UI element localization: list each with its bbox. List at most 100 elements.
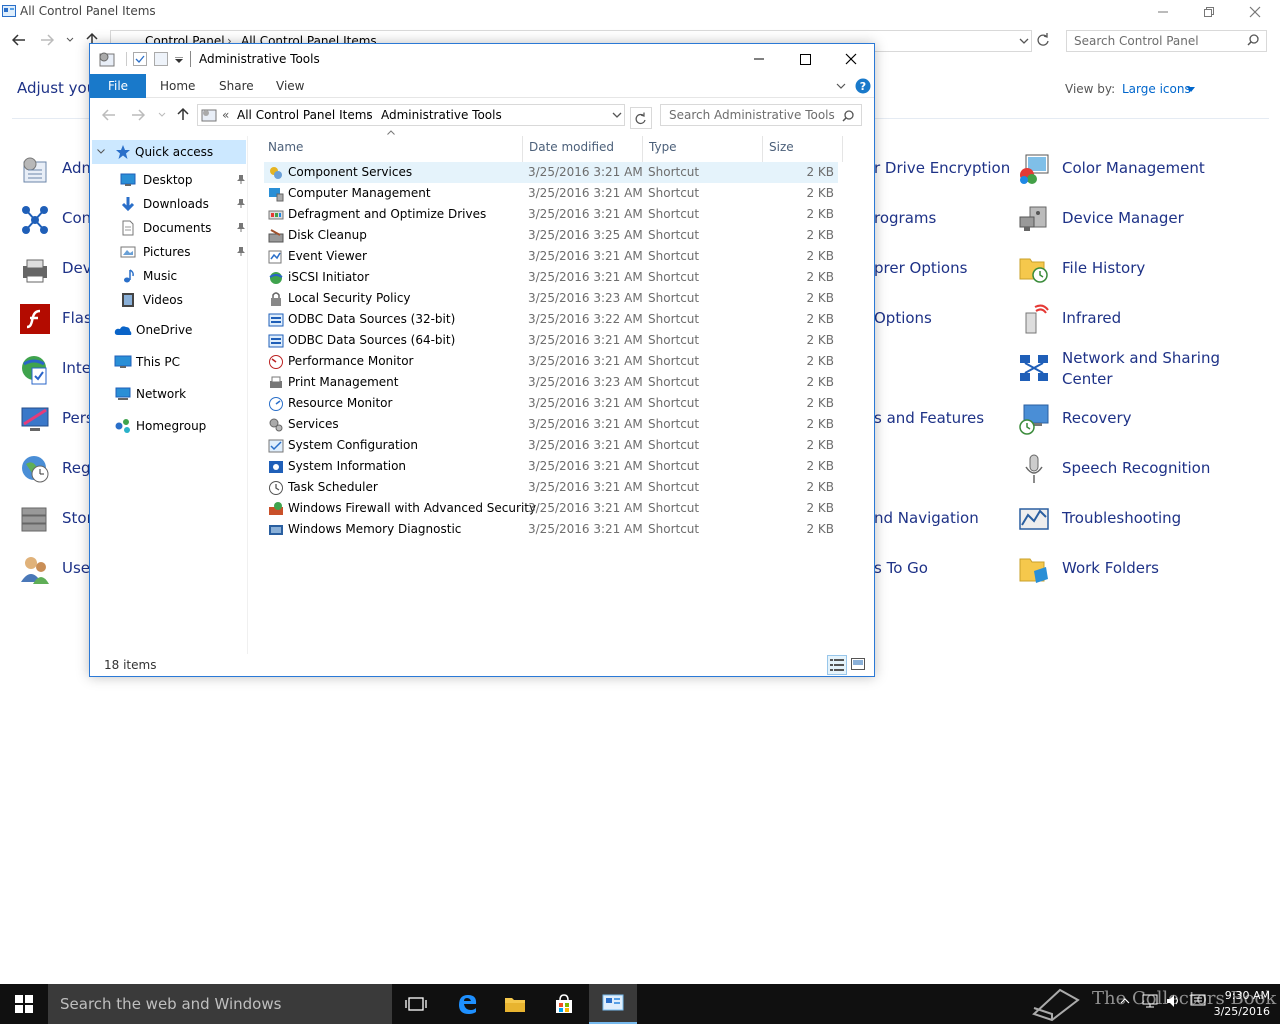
cp-item-troubleshooting[interactable]: Troubleshooting [1062, 508, 1181, 529]
store-button[interactable] [540, 984, 588, 1024]
tab-share[interactable]: Share [219, 79, 254, 93]
cp-item-file-history[interactable]: File History [1062, 258, 1145, 279]
recent-locations-chevron-icon[interactable] [66, 37, 74, 43]
cp-item-device-manager[interactable]: Device Manager [1062, 208, 1184, 229]
personalization-icon[interactable] [20, 404, 52, 436]
file-row[interactable]: iSCSI Initiator 3/25/2016 3:21 AM Shortcut… [264, 267, 838, 288]
close-button[interactable] [828, 44, 874, 74]
column-divider[interactable] [642, 136, 643, 162]
customize-qat-chevron-icon[interactable] [175, 57, 183, 63]
file-row[interactable]: System Information 3/25/2016 3:21 AM Short… [264, 456, 838, 477]
recovery-icon[interactable] [1018, 403, 1050, 435]
cp-item-user[interactable]: Use [62, 558, 90, 579]
breadcrumb-all-items[interactable]: All Control Panel Items [237, 108, 373, 122]
user-accounts-icon[interactable] [20, 554, 52, 586]
tab-home[interactable]: Home [160, 79, 195, 93]
recent-locations-chevron-icon[interactable] [158, 112, 166, 118]
file-row[interactable]: Services 3/25/2016 3:21 AM Shortcut 2 KB [264, 414, 838, 435]
taskbar-search-input[interactable]: Search the web and Windows [48, 984, 392, 1024]
color-management-icon[interactable] [1018, 153, 1050, 185]
back-arrow-icon[interactable] [102, 109, 116, 121]
tab-file[interactable]: File [90, 74, 146, 98]
cp-item-options[interactable]: Options [874, 308, 932, 329]
show-hidden-icons-chevron-icon[interactable] [1120, 998, 1130, 1004]
administrative-tools-icon[interactable] [20, 154, 52, 186]
cp-item-internet[interactable]: Inte [62, 358, 91, 379]
forward-arrow-icon[interactable] [131, 109, 145, 121]
cp-item-explorer-options[interactable]: prer Options [874, 258, 967, 279]
back-arrow-icon[interactable] [12, 34, 26, 46]
cp-item-work-folders[interactable]: Work Folders [1062, 558, 1159, 579]
up-arrow-icon[interactable] [177, 107, 189, 121]
file-row[interactable]: Defragment and Optimize Drives 3/25/2016 … [264, 204, 838, 225]
search-icon[interactable] [1247, 34, 1259, 46]
details-view-button[interactable] [827, 655, 847, 675]
devices-printers-icon[interactable] [20, 254, 52, 286]
device-manager-icon[interactable] [1018, 203, 1050, 235]
infrared-icon[interactable] [1018, 303, 1050, 335]
file-row[interactable]: Component Services 3/25/2016 3:21 AM Short… [264, 162, 838, 183]
close-button[interactable] [1232, 0, 1278, 24]
region-icon[interactable] [20, 454, 52, 486]
file-row[interactable]: Computer Management 3/25/2016 3:21 AM Shor… [264, 183, 838, 204]
column-divider[interactable] [522, 136, 523, 162]
pin-icon[interactable] [236, 246, 246, 256]
breadcrumb-overflow-icon[interactable]: « [222, 108, 229, 122]
file-history-icon[interactable] [1018, 253, 1050, 285]
title-bar[interactable]: Administrative Tools [90, 44, 874, 74]
pin-icon[interactable] [236, 198, 246, 208]
internet-options-icon[interactable] [20, 354, 52, 386]
pin-icon[interactable] [236, 174, 246, 184]
control-panel-search-input[interactable]: Search Control Panel [1066, 30, 1267, 52]
column-header-date-modified[interactable]: Date modified [529, 140, 614, 154]
refresh-icon[interactable] [1036, 32, 1050, 48]
file-row[interactable]: Windows Memory Diagnostic 3/25/2016 3:21 … [264, 519, 838, 540]
storage-spaces-icon[interactable] [20, 504, 52, 536]
tab-view[interactable]: View [276, 79, 304, 93]
file-row[interactable]: Disk Cleanup 3/25/2016 3:25 AM Shortcut 2 K… [264, 225, 838, 246]
file-row[interactable]: Local Security Policy 3/25/2016 3:23 AM Sh… [264, 288, 838, 309]
maximize-button[interactable] [782, 44, 828, 74]
breadcrumb-administrative-tools[interactable]: Administrative Tools [381, 108, 502, 122]
file-row[interactable]: Event Viewer 3/25/2016 3:21 AM Shortcut 2 K… [264, 246, 838, 267]
address-bar[interactable]: « All Control Panel Items › Administrati… [197, 104, 625, 126]
restore-button[interactable] [1186, 0, 1232, 24]
file-row[interactable]: Windows Firewall with Advanced Security 3… [264, 498, 838, 519]
nav-quick-access[interactable]: Quick access [92, 140, 246, 164]
color-network-icon[interactable] [20, 204, 52, 236]
search-icon[interactable] [842, 110, 854, 122]
column-header-size[interactable]: Size [769, 140, 794, 154]
cp-item-region[interactable]: Reg [62, 458, 91, 479]
cp-item-drive-encryption[interactable]: r Drive Encryption [874, 158, 1010, 179]
pin-icon[interactable] [236, 222, 246, 232]
cp-item-recovery[interactable]: Recovery [1062, 408, 1132, 429]
file-row[interactable]: Print Management 3/25/2016 3:23 AM Shortcu… [264, 372, 838, 393]
column-header-type[interactable]: Type [649, 140, 677, 154]
cp-item-speech-recognition[interactable]: Speech Recognition [1062, 458, 1210, 479]
address-dropdown-chevron-icon[interactable] [612, 112, 622, 118]
cp-item-network-sharing[interactable]: Network and Sharing Center [1062, 348, 1232, 390]
view-by-dropdown-arrow-icon[interactable] [1187, 87, 1195, 92]
action-center-icon[interactable] [1190, 994, 1206, 1008]
microphone-icon[interactable] [1018, 453, 1050, 485]
file-row[interactable]: System Configuration 3/25/2016 3:21 AM Sho… [264, 435, 838, 456]
refresh-button[interactable] [630, 107, 652, 129]
network-tray-icon[interactable] [1142, 994, 1158, 1008]
large-icons-view-button[interactable] [851, 658, 865, 670]
cp-item-programs[interactable]: rograms [874, 208, 936, 229]
minimize-button[interactable] [1140, 0, 1186, 24]
edge-browser-button[interactable] [443, 984, 491, 1024]
column-divider[interactable] [842, 136, 843, 162]
start-button[interactable] [0, 984, 48, 1024]
task-view-button[interactable] [392, 984, 440, 1024]
work-folders-icon[interactable] [1018, 553, 1050, 585]
cp-item-to-go[interactable]: s To Go [874, 558, 928, 579]
cp-item-color-management[interactable]: Color Management [1062, 158, 1205, 179]
address-dropdown-chevron-icon[interactable] [1019, 38, 1029, 44]
cp-item-devices[interactable]: Dev [62, 258, 92, 279]
network-sharing-icon[interactable] [1018, 353, 1050, 385]
file-row[interactable]: Task Scheduler 3/25/2016 3:21 AM Shortcut 2… [264, 477, 838, 498]
cp-item-infrared[interactable]: Infrared [1062, 308, 1121, 329]
expand-chevron-icon[interactable] [97, 149, 105, 154]
search-input[interactable]: Search Administrative Tools [660, 104, 862, 126]
